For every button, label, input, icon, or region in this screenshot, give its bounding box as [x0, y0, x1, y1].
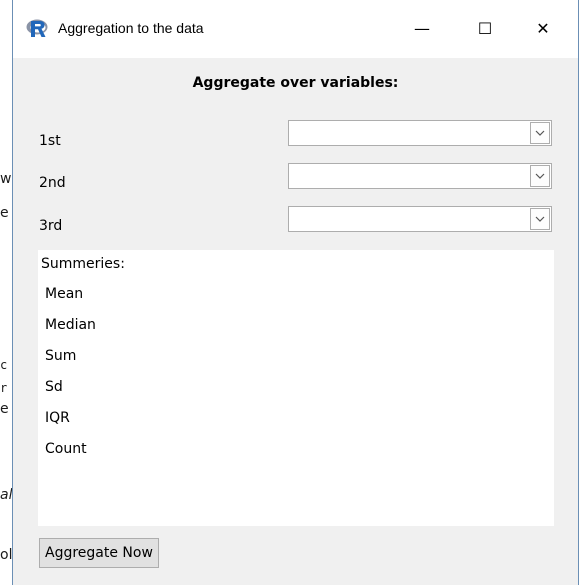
background-text-fragment: w	[0, 171, 12, 187]
close-icon: ✕	[536, 18, 550, 38]
title-bar[interactable]: Aggregation to the data — ☐ ✕	[13, 0, 578, 58]
close-button[interactable]: ✕	[520, 8, 566, 48]
minimize-icon: —	[414, 18, 430, 38]
background-text-fragment: c	[0, 358, 8, 372]
variable-2-label: 2nd	[39, 175, 66, 191]
background-text-fragment: e	[0, 401, 9, 417]
chevron-down-icon[interactable]	[530, 122, 550, 144]
form-heading: Aggregate over variables:	[192, 75, 399, 91]
minimize-button[interactable]: —	[399, 8, 445, 48]
chevron-down-icon[interactable]	[530, 208, 550, 230]
window-title: Aggregation to the data	[58, 20, 204, 36]
variable-2-dropdown[interactable]	[288, 163, 552, 189]
variable-1-dropdown[interactable]	[288, 120, 552, 146]
aggregate-now-button[interactable]: Aggregate Now	[39, 538, 159, 568]
maximize-button[interactable]: ☐	[462, 8, 508, 48]
background-text-fragment: al	[0, 487, 13, 503]
variable-3-dropdown[interactable]	[288, 206, 552, 232]
summary-item-iqr[interactable]: IQR	[45, 407, 96, 438]
summary-item-median[interactable]: Median	[45, 314, 96, 345]
aggregation-dialog: Aggregation to the data — ☐ ✕ Aggregate …	[12, 0, 579, 585]
summaries-list[interactable]: Summeries: Mean Median Sum Sd IQR Count	[38, 250, 554, 526]
summary-item-sum[interactable]: Sum	[45, 345, 96, 376]
summary-item-count[interactable]: Count	[45, 438, 96, 469]
background-text-fragment: r	[0, 381, 8, 395]
variable-3-label: 3rd	[39, 218, 63, 234]
summary-item-sd[interactable]: Sd	[45, 376, 96, 407]
chevron-down-icon[interactable]	[530, 165, 550, 187]
summaries-header: Summeries:	[41, 256, 125, 272]
r-logo-icon	[26, 19, 48, 37]
background-text-fragment: e	[0, 205, 9, 221]
variable-1-label: 1st	[39, 133, 61, 149]
summary-item-mean[interactable]: Mean	[45, 283, 96, 314]
maximize-icon: ☐	[477, 18, 493, 38]
